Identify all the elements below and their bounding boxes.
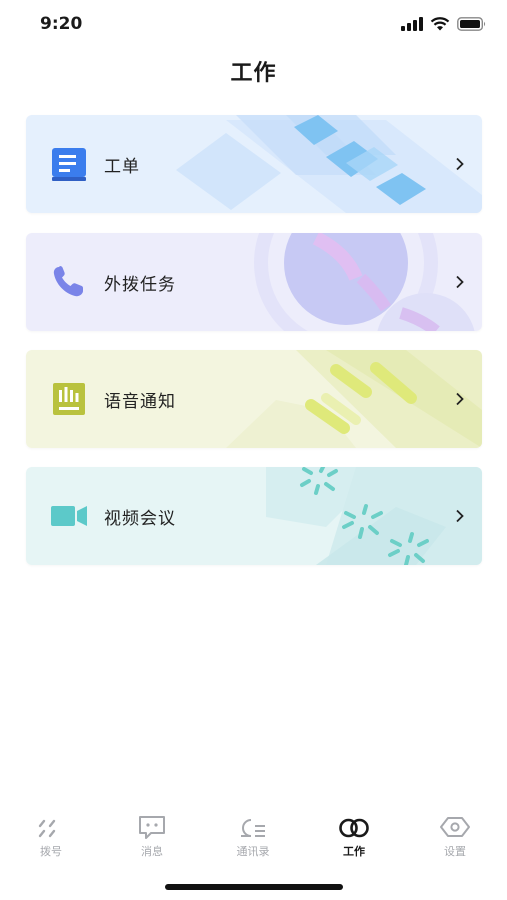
settings-icon <box>440 817 470 837</box>
status-time: 9:20 <box>40 14 83 34</box>
tab-dial[interactable]: 拨号 <box>11 806 91 859</box>
work-icon <box>339 818 369 838</box>
video-camera-icon <box>51 506 87 526</box>
bottom-tab-bar: 拨号 消息 通讯录 工作 设置 <box>0 806 507 866</box>
card-background <box>26 115 482 213</box>
dial-icon <box>38 819 56 838</box>
card-video-meeting[interactable]: 视频会议 <box>26 467 482 565</box>
battery-icon <box>457 17 486 31</box>
voice-notice-icon <box>53 383 85 415</box>
tab-message[interactable]: 消息 <box>112 806 192 859</box>
tab-settings[interactable]: 设置 <box>415 806 495 859</box>
page-title: 工作 <box>230 61 277 86</box>
phone-icon <box>53 266 83 297</box>
tab-label: 拨号 <box>40 845 62 858</box>
home-indicator <box>165 884 343 890</box>
status-bar: 9:20 <box>0 0 507 50</box>
chevron-right-icon <box>456 392 464 406</box>
work-order-icon <box>52 148 86 181</box>
card-background <box>26 350 482 448</box>
card-label: 工单 <box>104 157 140 177</box>
card-work-order[interactable]: 工单 <box>26 115 482 213</box>
tab-label: 通讯录 <box>236 845 270 858</box>
contacts-icon <box>241 819 265 837</box>
wifi-icon <box>430 17 450 31</box>
tab-label: 消息 <box>141 845 163 858</box>
card-outbound-task[interactable]: 外拨任务 <box>26 233 482 331</box>
message-icon <box>139 816 165 839</box>
card-voice-notice[interactable]: 语音通知 <box>26 350 482 448</box>
status-icons <box>401 17 487 31</box>
tab-label: 设置 <box>444 845 466 858</box>
tab-contacts[interactable]: 通讯录 <box>213 806 293 859</box>
card-background <box>26 233 482 331</box>
card-label: 外拨任务 <box>104 275 176 295</box>
tab-label: 工作 <box>343 845 365 858</box>
tab-work[interactable]: 工作 <box>314 806 394 859</box>
card-background <box>26 467 482 565</box>
signal-icon <box>401 17 423 31</box>
chevron-right-icon <box>456 275 464 289</box>
card-label: 语音通知 <box>104 392 176 412</box>
card-label: 视频会议 <box>104 509 176 529</box>
chevron-right-icon <box>456 157 464 171</box>
chevron-right-icon <box>456 509 464 523</box>
